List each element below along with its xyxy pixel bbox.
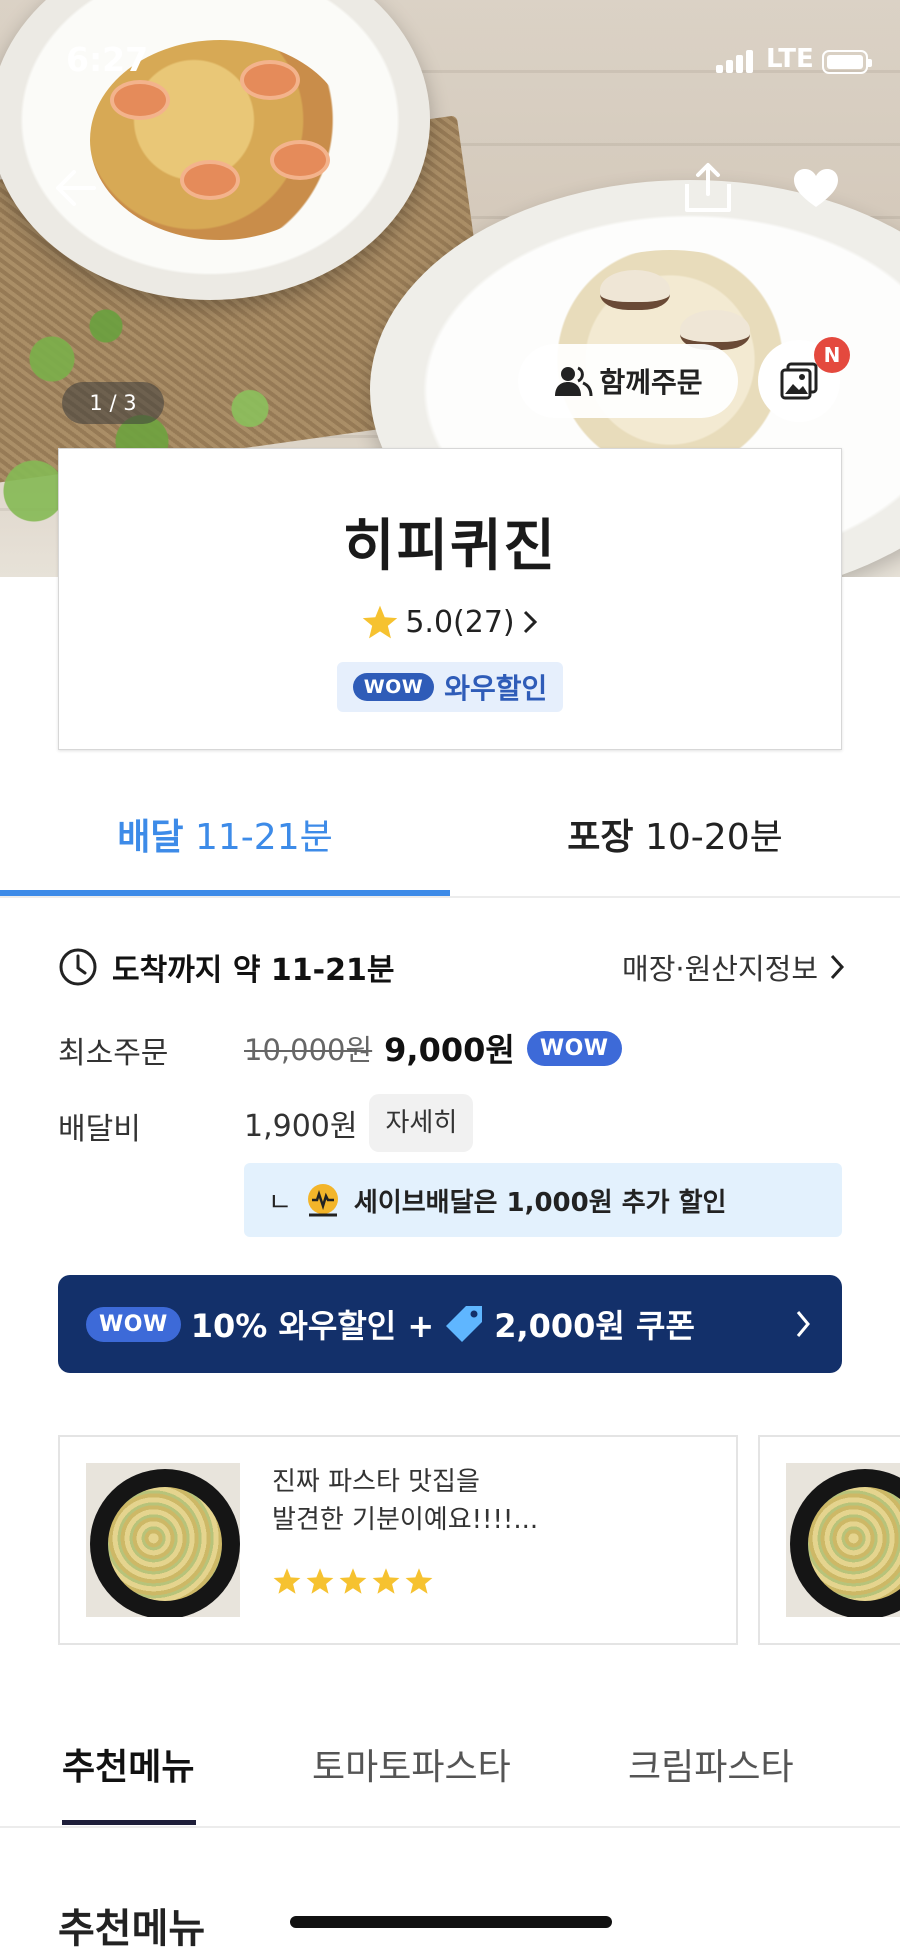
review-stars xyxy=(272,1567,434,1595)
photo-counter: 1 / 3 xyxy=(62,382,164,424)
review-photo xyxy=(86,1463,240,1617)
wow-badge: WOW xyxy=(86,1306,181,1342)
delivery-fee-row: 1,900원 자세히 xyxy=(244,1094,474,1152)
wow-discount-label: 와우할인 xyxy=(444,672,548,705)
review-text: 진짜 파스타 맛집을 발견한 기분이예요!!!!... xyxy=(272,1463,538,1539)
clock-icon xyxy=(59,948,97,986)
save-delivery-notice: ㄴ 세이브배달은 1,000원 추가 할인 xyxy=(244,1163,842,1237)
home-indicator[interactable] xyxy=(290,1916,612,1928)
share-icon xyxy=(685,163,731,212)
wow-discount-tag: WOW 와우할인 xyxy=(336,662,564,712)
store-origin-info-link[interactable]: 매장·원산지정보 xyxy=(622,946,846,988)
min-order-label: 최소주문 xyxy=(58,1036,169,1071)
signal-icon xyxy=(716,50,756,73)
star-icon xyxy=(405,1568,433,1594)
coupon-tag-icon xyxy=(446,1306,483,1342)
people-icon xyxy=(555,366,593,397)
star-icon xyxy=(339,1568,367,1594)
indent-mark: ㄴ xyxy=(268,1187,292,1218)
together-order-label: 함께주문 xyxy=(599,366,703,399)
star-icon xyxy=(306,1568,334,1594)
review-card[interactable]: 진짜 파스타 맛집을 발견한 기분이예요!!!!... xyxy=(58,1435,738,1645)
network-label: LTE xyxy=(766,44,814,74)
tab-takeout[interactable]: 포장 10-20분 xyxy=(450,808,900,860)
shrimp xyxy=(180,160,240,200)
tab-takeout-time: 10-20분 xyxy=(644,817,783,858)
promo-discount-text: 10% 와우할인 + xyxy=(190,1307,435,1345)
tab-divider xyxy=(0,896,900,898)
delivery-fee-label: 배달비 xyxy=(58,1112,141,1147)
star-icon xyxy=(372,1568,400,1594)
review-text-line: 발견한 기분이예요!!!!... xyxy=(272,1505,539,1535)
store-name: 히피퀴진 xyxy=(342,514,558,579)
rating-value: 5.0(27) xyxy=(405,604,515,640)
tab-recommended[interactable]: 추천메뉴 xyxy=(62,1738,194,1790)
store-info-card: 히피퀴진 5.0(27) WOW 와우할인 xyxy=(58,448,842,750)
battery-icon xyxy=(822,50,872,74)
new-badge: N xyxy=(814,337,850,373)
review-photo xyxy=(786,1463,900,1617)
mushroom xyxy=(600,270,670,310)
shrimp xyxy=(270,140,330,180)
chevron-right-icon xyxy=(523,610,537,634)
fee-detail-button[interactable]: 자세히 xyxy=(369,1094,474,1152)
tab-delivery-time: 11-21분 xyxy=(194,817,333,858)
chevron-right-icon xyxy=(830,954,845,980)
min-order-price: 9,000원 xyxy=(384,1031,515,1069)
tab-takeout-mode: 포장 xyxy=(567,817,634,858)
wow-coupon-banner[interactable]: WOW 10% 와우할인 + 2,000원 쿠폰 xyxy=(58,1275,842,1373)
star-icon xyxy=(273,1568,301,1594)
star-icon xyxy=(363,605,398,639)
favorite-button[interactable] xyxy=(786,158,846,218)
status-time: 6:27 xyxy=(66,40,149,79)
review-card[interactable] xyxy=(758,1435,900,1645)
review-text-line: 진짜 파스타 맛집을 xyxy=(272,1467,480,1497)
store-origin-info-label: 매장·원산지정보 xyxy=(622,952,818,986)
wow-badge: WOW xyxy=(526,1030,622,1066)
tab-delivery-mode: 배달 xyxy=(117,817,184,858)
gallery-icon xyxy=(780,362,818,400)
together-order-button[interactable]: 함께주문 xyxy=(518,344,738,418)
arrival-text: 도착까지 약 11-21분 xyxy=(112,953,395,988)
status-bar: 6:27 LTE xyxy=(0,36,900,96)
heart-icon xyxy=(794,169,838,207)
arrival-time: 도착까지 약 11-21분 xyxy=(58,945,394,989)
min-order-row: 10,000원 9,000원 WOW xyxy=(244,1025,622,1071)
menu-tab-divider xyxy=(0,1826,900,1828)
tab-delivery[interactable]: 배달 11-21분 xyxy=(0,808,450,860)
rating-link[interactable]: 5.0(27) xyxy=(59,604,841,640)
tab-tomato-pasta[interactable]: 토마토파스타 xyxy=(312,1738,511,1790)
wow-badge: WOW xyxy=(352,673,435,701)
back-arrow-icon xyxy=(56,170,96,206)
delivery-fee-value: 1,900원 xyxy=(244,1109,358,1144)
chevron-right-icon xyxy=(796,1311,810,1337)
save-delivery-text: 세이브배달은 1,000원 추가 할인 xyxy=(353,1187,727,1218)
promo-coupon-text: 2,000원 쿠폰 xyxy=(494,1307,695,1345)
tab-cream-pasta[interactable]: 크림파스타 xyxy=(628,1738,794,1790)
save-delivery-icon xyxy=(307,1184,338,1217)
pasta-noodles xyxy=(108,1487,222,1601)
share-button[interactable] xyxy=(678,158,738,218)
active-menu-tab-indicator xyxy=(62,1820,196,1825)
section-title: 추천메뉴 xyxy=(58,1906,206,1952)
min-order-original-price: 10,000원 xyxy=(244,1033,373,1067)
back-button[interactable] xyxy=(46,158,106,218)
